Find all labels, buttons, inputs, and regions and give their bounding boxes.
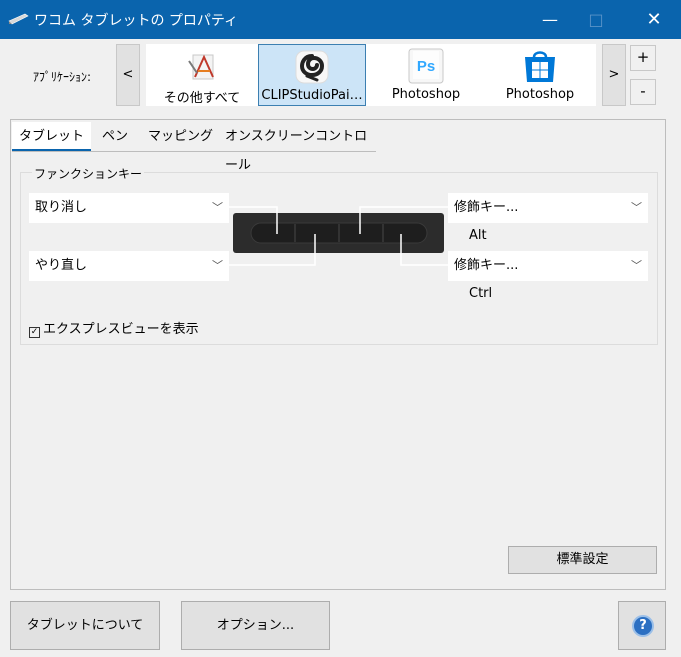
express-key-4-dropdown[interactable]: 修飾キー... ﹀ [448, 251, 648, 281]
dropdown-value: 修飾キー... [454, 258, 519, 273]
application-list: その他すべて CLIPStudioPai… Ps Photoshop Photo… [146, 44, 596, 106]
app-tile-photoshop-store[interactable]: Photoshop [484, 44, 596, 106]
add-application-button[interactable]: + [630, 45, 656, 71]
app-tile-label: Photoshop [505, 87, 575, 102]
close-button[interactable]: ✕ [631, 0, 677, 39]
tab-onscreen-controls[interactable]: オンスクリーンコントロール [225, 122, 376, 173]
default-settings-button[interactable]: 標準設定 [508, 546, 657, 574]
app-tile-photoshop[interactable]: Ps Photoshop [370, 44, 482, 106]
help-button[interactable]: ? [618, 601, 666, 650]
checkbox-check-icon: ✓ [29, 327, 40, 338]
tab-mapping[interactable]: マッピング [148, 122, 213, 151]
express-view-label: エクスプレスビューを表示 [43, 322, 199, 337]
help-icon: ? [632, 615, 654, 637]
chevron-down-icon: ﹀ [212, 201, 223, 214]
tab-pen[interactable]: ペン [102, 122, 128, 151]
express-key-2-dropdown[interactable]: やり直し ﹀ [29, 251, 229, 281]
express-key-3-dropdown[interactable]: 修飾キー... ﹀ [448, 193, 648, 223]
chevron-down-icon: ﹀ [212, 259, 223, 272]
windows-store-icon [525, 51, 555, 82]
dropdown-value: やり直し [35, 258, 88, 273]
function-keys-title: ファンクションキー [32, 165, 145, 182]
about-tablet-button[interactable]: タブレットについて [10, 601, 160, 650]
dropdown-value: 取り消し [35, 200, 88, 215]
app-tile-label: Photoshop [391, 87, 461, 102]
options-button[interactable]: オプション... [181, 601, 330, 650]
modifier-value-alt: Alt [469, 228, 487, 243]
tab-tablet[interactable]: タブレット [12, 122, 91, 151]
express-view-checkbox[interactable]: ✓ エクスプレスビューを表示 [29, 318, 199, 338]
tab-strip: タブレット ペン マッピング オンスクリーンコントロール [12, 122, 376, 173]
app-scroll-right-button[interactable]: > [602, 44, 626, 106]
modifier-value-ctrl: Ctrl [469, 286, 493, 301]
title-bar: ワコム タブレットの プロパティ — □ ✕ [0, 0, 681, 39]
chevron-down-icon: ﹀ [631, 259, 642, 272]
svg-text:Ps: Ps [417, 58, 435, 75]
app-tile-label: その他すべて [163, 91, 241, 106]
photoshop-icon: Ps [408, 48, 444, 84]
application-label: ｱﾌﾟﾘｹｰｼｮﾝ: [33, 70, 92, 84]
maximize-button[interactable]: □ [573, 0, 619, 39]
window-title: ワコム タブレットの プロパティ [34, 13, 239, 29]
app-tile-all-other[interactable]: その他すべて [146, 44, 258, 106]
app-scroll-left-button[interactable]: < [116, 44, 140, 106]
express-key-1-dropdown[interactable]: 取り消し ﹀ [29, 193, 229, 223]
app-tile-label: CLIPStudioPai… [261, 88, 363, 103]
chevron-down-icon: ﹀ [631, 201, 642, 214]
app-tile-clip-studio[interactable]: CLIPStudioPai… [258, 44, 366, 106]
all-other-apps-icon [188, 54, 214, 80]
minimize-button[interactable]: — [527, 0, 573, 39]
wacom-pen-icon [8, 13, 29, 25]
clip-studio-paint-icon [295, 50, 329, 84]
remove-application-button[interactable]: - [630, 79, 656, 105]
dropdown-value: 修飾キー... [454, 200, 519, 215]
tablet-express-keys-diagram [229, 206, 448, 266]
